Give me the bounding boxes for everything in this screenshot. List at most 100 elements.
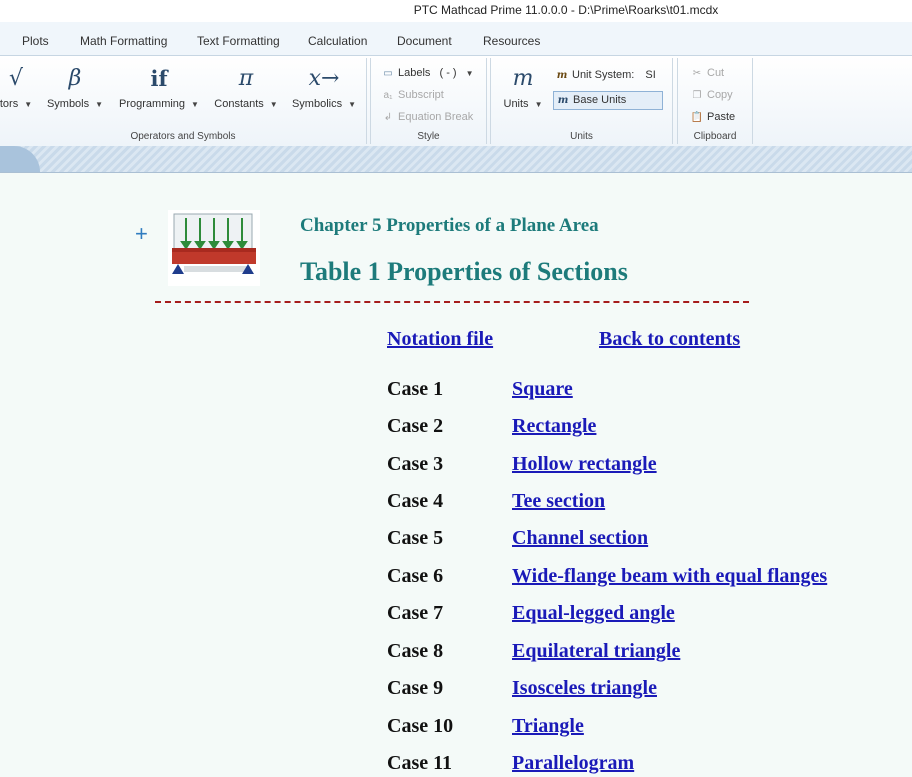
notation-file-link[interactable]: Notation file: [387, 328, 493, 351]
chevron-down-icon: ▼: [24, 100, 33, 109]
beam-diagram-icon: [172, 213, 256, 274]
chevron-down-icon: ▼: [95, 100, 104, 109]
case-link-parallelogram[interactable]: Parallelogram: [512, 752, 634, 775]
programming-label: Programming: [119, 98, 186, 110]
style-group-label: Style: [417, 131, 440, 142]
case-link-tee-section[interactable]: Tee section: [512, 490, 605, 513]
scissors-icon: ✂: [692, 68, 702, 79]
case-link-wide-flange-beam[interactable]: Wide-flange beam with equal flanges: [512, 565, 827, 588]
copy-label: Copy: [707, 89, 733, 101]
expand-plus-icon[interactable]: +: [135, 223, 148, 245]
title-bar: PTC Mathcad Prime 11.0.0.0 - D:\Prime\Ro…: [0, 0, 912, 22]
units-label: Units: [503, 98, 529, 110]
clipboard-group: ✂ Cut ❐ Copy 📋 Paste Clipboard: [677, 58, 753, 144]
chevron-down-icon: ▼: [348, 100, 357, 109]
case-label: Case 10: [387, 715, 454, 737]
paste-label: Paste: [707, 111, 736, 123]
chevron-down-icon: ▼: [269, 100, 278, 109]
unit-system-label: Unit System:: [572, 69, 635, 81]
table-title: Table 1 Properties of Sections: [300, 257, 628, 286]
beam-load-image: [168, 210, 260, 286]
pi-icon: π: [238, 66, 254, 91]
case-link-rectangle[interactable]: Rectangle: [512, 415, 596, 438]
operators-group-label: Operators and Symbols: [130, 131, 236, 142]
labels-icon: ▭: [383, 68, 393, 79]
cut-label: Cut: [707, 67, 725, 79]
base-units-icon: m: [557, 95, 569, 106]
tab-document[interactable]: Document: [397, 34, 452, 48]
chevron-down-icon: ▼: [534, 100, 543, 109]
worksheet[interactable]: + Chapter 5 Properties of a Plane Area T…: [0, 173, 912, 777]
case-link-triangle[interactable]: Triangle: [512, 715, 584, 738]
constants-button[interactable]: π Constants ▼: [210, 64, 282, 110]
operators-and-symbols-group: √ tors ▼ β Symbols ▼ if Programming ▼ π Con…: [0, 58, 367, 144]
tab-math-formatting[interactable]: Math Formatting: [80, 34, 167, 48]
unit-system-value: SI: [645, 69, 656, 81]
symbolics-label: Symbolics: [291, 98, 343, 110]
beta-icon: β: [68, 66, 82, 91]
units-m-icon: m: [512, 66, 534, 91]
ribbon-tabs: Plots Math Formatting Text Formatting Ca…: [0, 22, 912, 56]
units-group: m Units ▼ m Unit System: SI m Base Units Un…: [490, 58, 673, 144]
subscript-button[interactable]: a₁ Subscript: [381, 89, 444, 101]
if-icon: if: [150, 66, 168, 91]
back-to-contents-link[interactable]: Back to contents: [599, 328, 740, 351]
subscript-icon: a₁: [383, 90, 393, 101]
case-label: Case 7: [387, 602, 444, 624]
symbols-button[interactable]: β Symbols ▼: [44, 64, 106, 110]
clipboard-icon: 📋: [690, 112, 704, 123]
case-link-isosceles-triangle[interactable]: Isosceles triangle: [512, 677, 657, 700]
tab-calculation[interactable]: Calculation: [308, 34, 367, 48]
cut-button[interactable]: ✂ Cut: [690, 67, 724, 79]
copy-icon: ❐: [692, 90, 702, 101]
case-link-hollow-rectangle[interactable]: Hollow rectangle: [512, 453, 657, 476]
symbolics-button[interactable]: x→ Symbolics ▼: [288, 64, 360, 110]
base-units-button[interactable]: m Base Units: [553, 91, 663, 110]
ribbon-curl-decoration: [0, 146, 40, 172]
constants-label: Constants: [214, 98, 264, 110]
case-label: Case 3: [387, 453, 444, 475]
case-link-square[interactable]: Square: [512, 378, 573, 401]
case-link-equal-legged-angle[interactable]: Equal-legged angle: [512, 602, 675, 625]
case-label: Case 9: [387, 677, 444, 699]
tab-plots[interactable]: Plots: [22, 34, 49, 48]
unit-system-selector[interactable]: m Unit System: SI: [555, 69, 656, 81]
base-units-label: Base Units: [573, 94, 627, 106]
case-label: Case 6: [387, 565, 444, 587]
case-link-equilateral-triangle[interactable]: Equilateral triangle: [512, 640, 680, 663]
labels-value: ( - ): [439, 67, 457, 79]
operators-label: tors: [0, 98, 19, 110]
ribbon-bottom-strip: [0, 146, 912, 173]
paste-button[interactable]: 📋 Paste: [690, 111, 735, 123]
operators-button[interactable]: √ tors ▼: [0, 64, 34, 110]
subscript-label: Subscript: [398, 89, 444, 101]
symbols-label: Symbols: [46, 98, 90, 110]
case-link-channel-section[interactable]: Channel section: [512, 527, 648, 550]
units-button[interactable]: m Units ▼: [497, 64, 549, 110]
radical-icon: √: [8, 66, 24, 91]
chevron-down-icon: ▼: [191, 100, 199, 109]
case-label: Case 1: [387, 378, 444, 400]
ribbon: √ tors ▼ β Symbols ▼ if Programming ▼ π Con…: [0, 56, 912, 146]
case-label: Case 11: [387, 752, 452, 774]
clipboard-group-label: Clipboard: [693, 131, 737, 142]
equation-break-button[interactable]: ↲ Equation Break: [381, 111, 473, 123]
case-label: Case 5: [387, 527, 444, 549]
equation-break-label: Equation Break: [398, 111, 474, 123]
chapter-heading: Chapter 5 Properties of a Plane Area: [300, 215, 599, 236]
labels-label: Labels: [398, 67, 431, 79]
style-group: ▭ Labels ( - ) ▼ a₁ Subscript ↲ Equation Br…: [370, 58, 487, 144]
units-group-label: Units: [570, 131, 593, 142]
case-label: Case 8: [387, 640, 444, 662]
dashed-separator: [155, 301, 749, 303]
copy-button[interactable]: ❐ Copy: [690, 89, 733, 101]
case-label: Case 2: [387, 415, 444, 437]
tab-text-formatting[interactable]: Text Formatting: [197, 34, 280, 48]
symbolics-arrow-icon: x→: [308, 66, 340, 91]
tab-resources[interactable]: Resources: [483, 34, 540, 48]
window-title: PTC Mathcad Prime 11.0.0.0 - D:\Prime\Ro…: [413, 3, 719, 17]
programming-button[interactable]: if Programming ▼: [114, 64, 204, 110]
chevron-down-icon: ▼: [465, 69, 474, 78]
labels-dropdown[interactable]: ▭ Labels ( - ) ▼: [381, 67, 474, 79]
unit-system-icon: m: [556, 70, 568, 81]
